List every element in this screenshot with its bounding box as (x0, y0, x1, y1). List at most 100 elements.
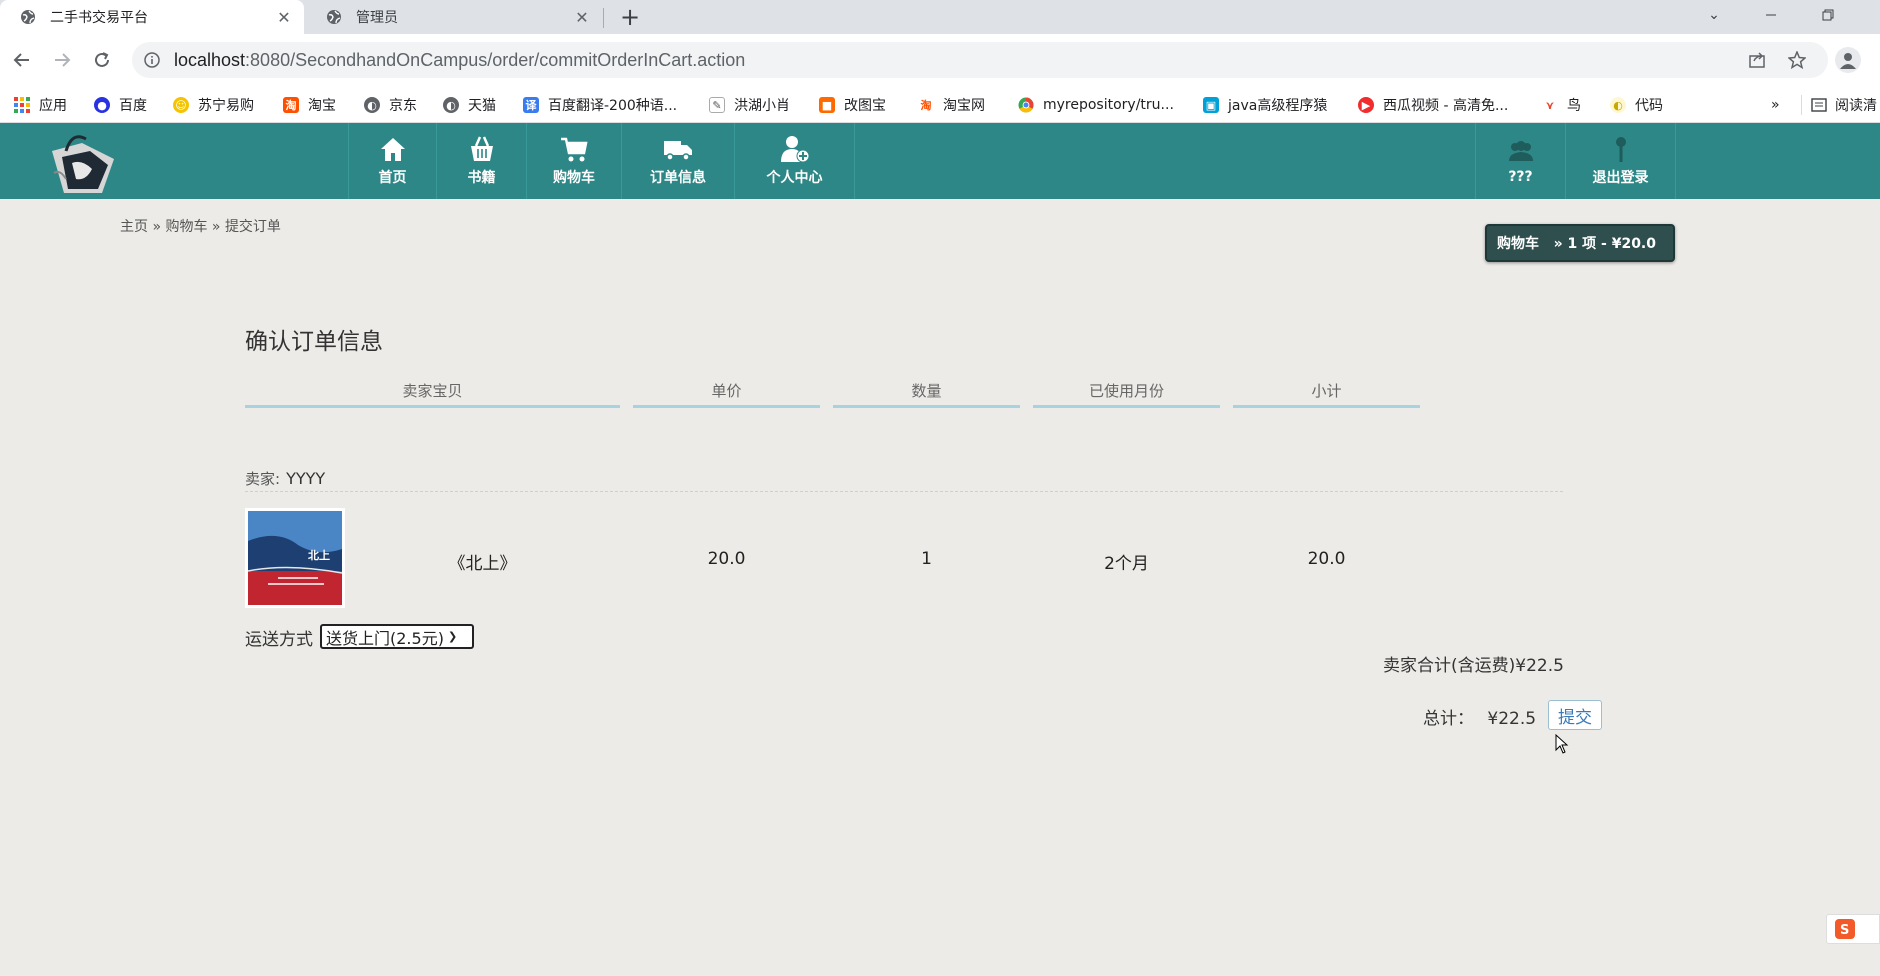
pin-icon (1615, 137, 1626, 162)
submit-order-button[interactable]: 提交 (1548, 700, 1602, 730)
minimize-button[interactable] (1749, 0, 1793, 30)
feather-icon: ✎ (709, 97, 725, 113)
shipping-method-select[interactable]: 送货上门(2.5元) ❯ (320, 624, 474, 649)
address-bar[interactable]: localhost:8080/SecondhandOnCampus/order/… (132, 42, 1828, 78)
basket-icon (470, 136, 493, 161)
forward-arrow-icon (55, 53, 71, 67)
info-icon (144, 52, 160, 68)
bookmark-label: 鸟 (1567, 98, 1581, 114)
bookmark-label: 代码 (1635, 98, 1663, 114)
back-button[interactable] (8, 46, 36, 74)
bird-icon: ⋎ (1542, 97, 1558, 113)
seller-label: 卖家: (245, 470, 281, 488)
book-cover-image[interactable]: 北上 (245, 508, 345, 608)
bookmark-item[interactable]: 应用 (14, 95, 67, 115)
bookmark-item[interactable]: 淘 淘宝网 (918, 95, 985, 115)
bookmark-item[interactable]: ■ 改图宝 (819, 95, 886, 115)
nav-item-user[interactable]: ??? (1476, 123, 1566, 199)
forward-button[interactable] (48, 46, 76, 74)
site-header: 首页 书籍 购物车 订单信息 个人中心 ??? 退出登录 (0, 123, 1880, 199)
item-months-used: 2个月 (1104, 554, 1149, 574)
bookmark-label: 洪湖小肖 (734, 98, 790, 114)
nav-label: ??? (1508, 169, 1533, 185)
reading-list-button[interactable]: 阅读清 (1801, 95, 1877, 115)
star-icon[interactable] (1786, 49, 1808, 71)
bookmark-label: 百度 (119, 98, 147, 114)
cart-summary-label: 购物车 » 1 项 - ¥20.0 (1497, 236, 1656, 252)
seller-name: YYYY (286, 469, 326, 488)
baidu-paw-icon: ● (94, 97, 110, 113)
tab-active[interactable]: 二手书交易平台 ✕ (0, 0, 304, 34)
nav-item-home[interactable]: 首页 (349, 123, 437, 199)
bookmark-label: 淘宝网 (943, 98, 985, 114)
book-cover-title: 北上 (308, 548, 330, 562)
breadcrumb-home[interactable]: 主页 (120, 219, 148, 235)
cart-summary-button[interactable]: 购物车 » 1 项 - ¥20.0 (1485, 224, 1675, 262)
bookmark-item[interactable]: ● 百度 (94, 95, 147, 115)
close-icon[interactable]: ✕ (272, 5, 296, 29)
taobao-icon: 淘 (283, 97, 299, 113)
truck-icon (664, 141, 692, 161)
breadcrumb-cart[interactable]: 购物车 (165, 219, 207, 235)
xigua-icon: ▶ (1358, 97, 1374, 113)
close-icon[interactable]: ✕ (570, 5, 594, 29)
tab-search-icon[interactable]: ⌄ (1692, 0, 1736, 30)
taobao-icon: 淘 (918, 97, 934, 113)
gaitubao-icon: ■ (819, 97, 835, 113)
bookmark-item[interactable]: 译 百度翻译-200种语... (523, 95, 677, 115)
sogou-ime-icon: S (1835, 919, 1855, 939)
new-tab-button[interactable]: + (616, 3, 644, 31)
nav-label: 个人中心 (766, 170, 823, 186)
bookmark-item[interactable]: ◐ 京东 (364, 95, 417, 115)
nav-label: 退出登录 (1592, 170, 1649, 186)
chevron-down-icon: ❯ (447, 630, 458, 643)
seller-total: 卖家合计(含运费)¥22.5 (1383, 656, 1564, 676)
column-header-price: 单价 (633, 380, 820, 408)
bookmark-item[interactable]: ▣ java高级程序猿 (1203, 95, 1327, 115)
tab-inactive[interactable]: 管理员 ✕ (306, 0, 602, 34)
bookmark-item[interactable]: ⋎ 鸟 (1542, 95, 1581, 115)
bookmark-item[interactable]: ✎ 洪湖小肖 (709, 95, 790, 115)
reading-list-label: 阅读清 (1835, 98, 1877, 114)
bookmark-item[interactable]: ☺ 苏宁易购 (173, 95, 254, 115)
site-logo[interactable] (42, 129, 124, 197)
back-arrow-icon (13, 53, 29, 67)
chrome-icon (1018, 97, 1034, 113)
nav-label: 书籍 (467, 170, 496, 186)
profile-avatar-icon[interactable] (1835, 47, 1861, 73)
tab-divider (603, 8, 604, 28)
column-header-months-used: 已使用月份 (1033, 380, 1220, 408)
column-header-item: 卖家宝贝 (245, 380, 620, 408)
nav-item-cart[interactable]: 购物车 (527, 123, 622, 199)
bookmark-item[interactable]: ▶ 西瓜视频 - 高清免... (1358, 95, 1508, 115)
item-title[interactable]: 《北上》 (420, 549, 545, 574)
grand-total: 总计： ¥22.5 (1423, 704, 1536, 729)
globe-icon (327, 10, 341, 24)
share-icon[interactable] (1746, 49, 1768, 71)
tab-title: 二手书交易平台 (50, 10, 148, 26)
reload-button[interactable] (88, 46, 116, 74)
bookmark-item[interactable]: 淘 淘宝 (283, 95, 336, 115)
breadcrumb-separator: » (148, 219, 166, 235)
browser-toolbar: localhost:8080/SecondhandOnCampus/order/… (0, 34, 1880, 87)
item-price: 20.0 (707, 549, 746, 569)
bookmarks-overflow-button[interactable]: » (1771, 95, 1780, 115)
nav-label: 购物车 (553, 170, 595, 186)
breadcrumb-separator: » (207, 219, 225, 235)
nav-item-profile[interactable]: 个人中心 (735, 123, 855, 199)
bookmark-label: java高级程序猿 (1228, 98, 1328, 114)
nav-label: 首页 (378, 170, 407, 186)
bookmark-label: 天猫 (468, 98, 496, 114)
bookmark-item[interactable]: ◐ 代码 (1610, 95, 1663, 115)
ime-toolbar[interactable]: S (1826, 914, 1880, 944)
nav-item-logout[interactable]: 退出登录 (1566, 123, 1676, 199)
grand-total-label: 总计： (1423, 709, 1474, 729)
bookmark-item[interactable]: ◐ 天猫 (443, 95, 496, 115)
nav-item-orders[interactable]: 订单信息 (622, 123, 735, 199)
restore-icon (1822, 9, 1834, 21)
nav-item-books[interactable]: 书籍 (437, 123, 527, 199)
apps-grid-icon (14, 97, 30, 113)
restore-button[interactable] (1806, 0, 1850, 30)
url-path: :8080/SecondhandOnCampus/order/commitOrd… (245, 49, 746, 70)
bookmark-item[interactable]: myrepository/tru... (1018, 95, 1174, 115)
